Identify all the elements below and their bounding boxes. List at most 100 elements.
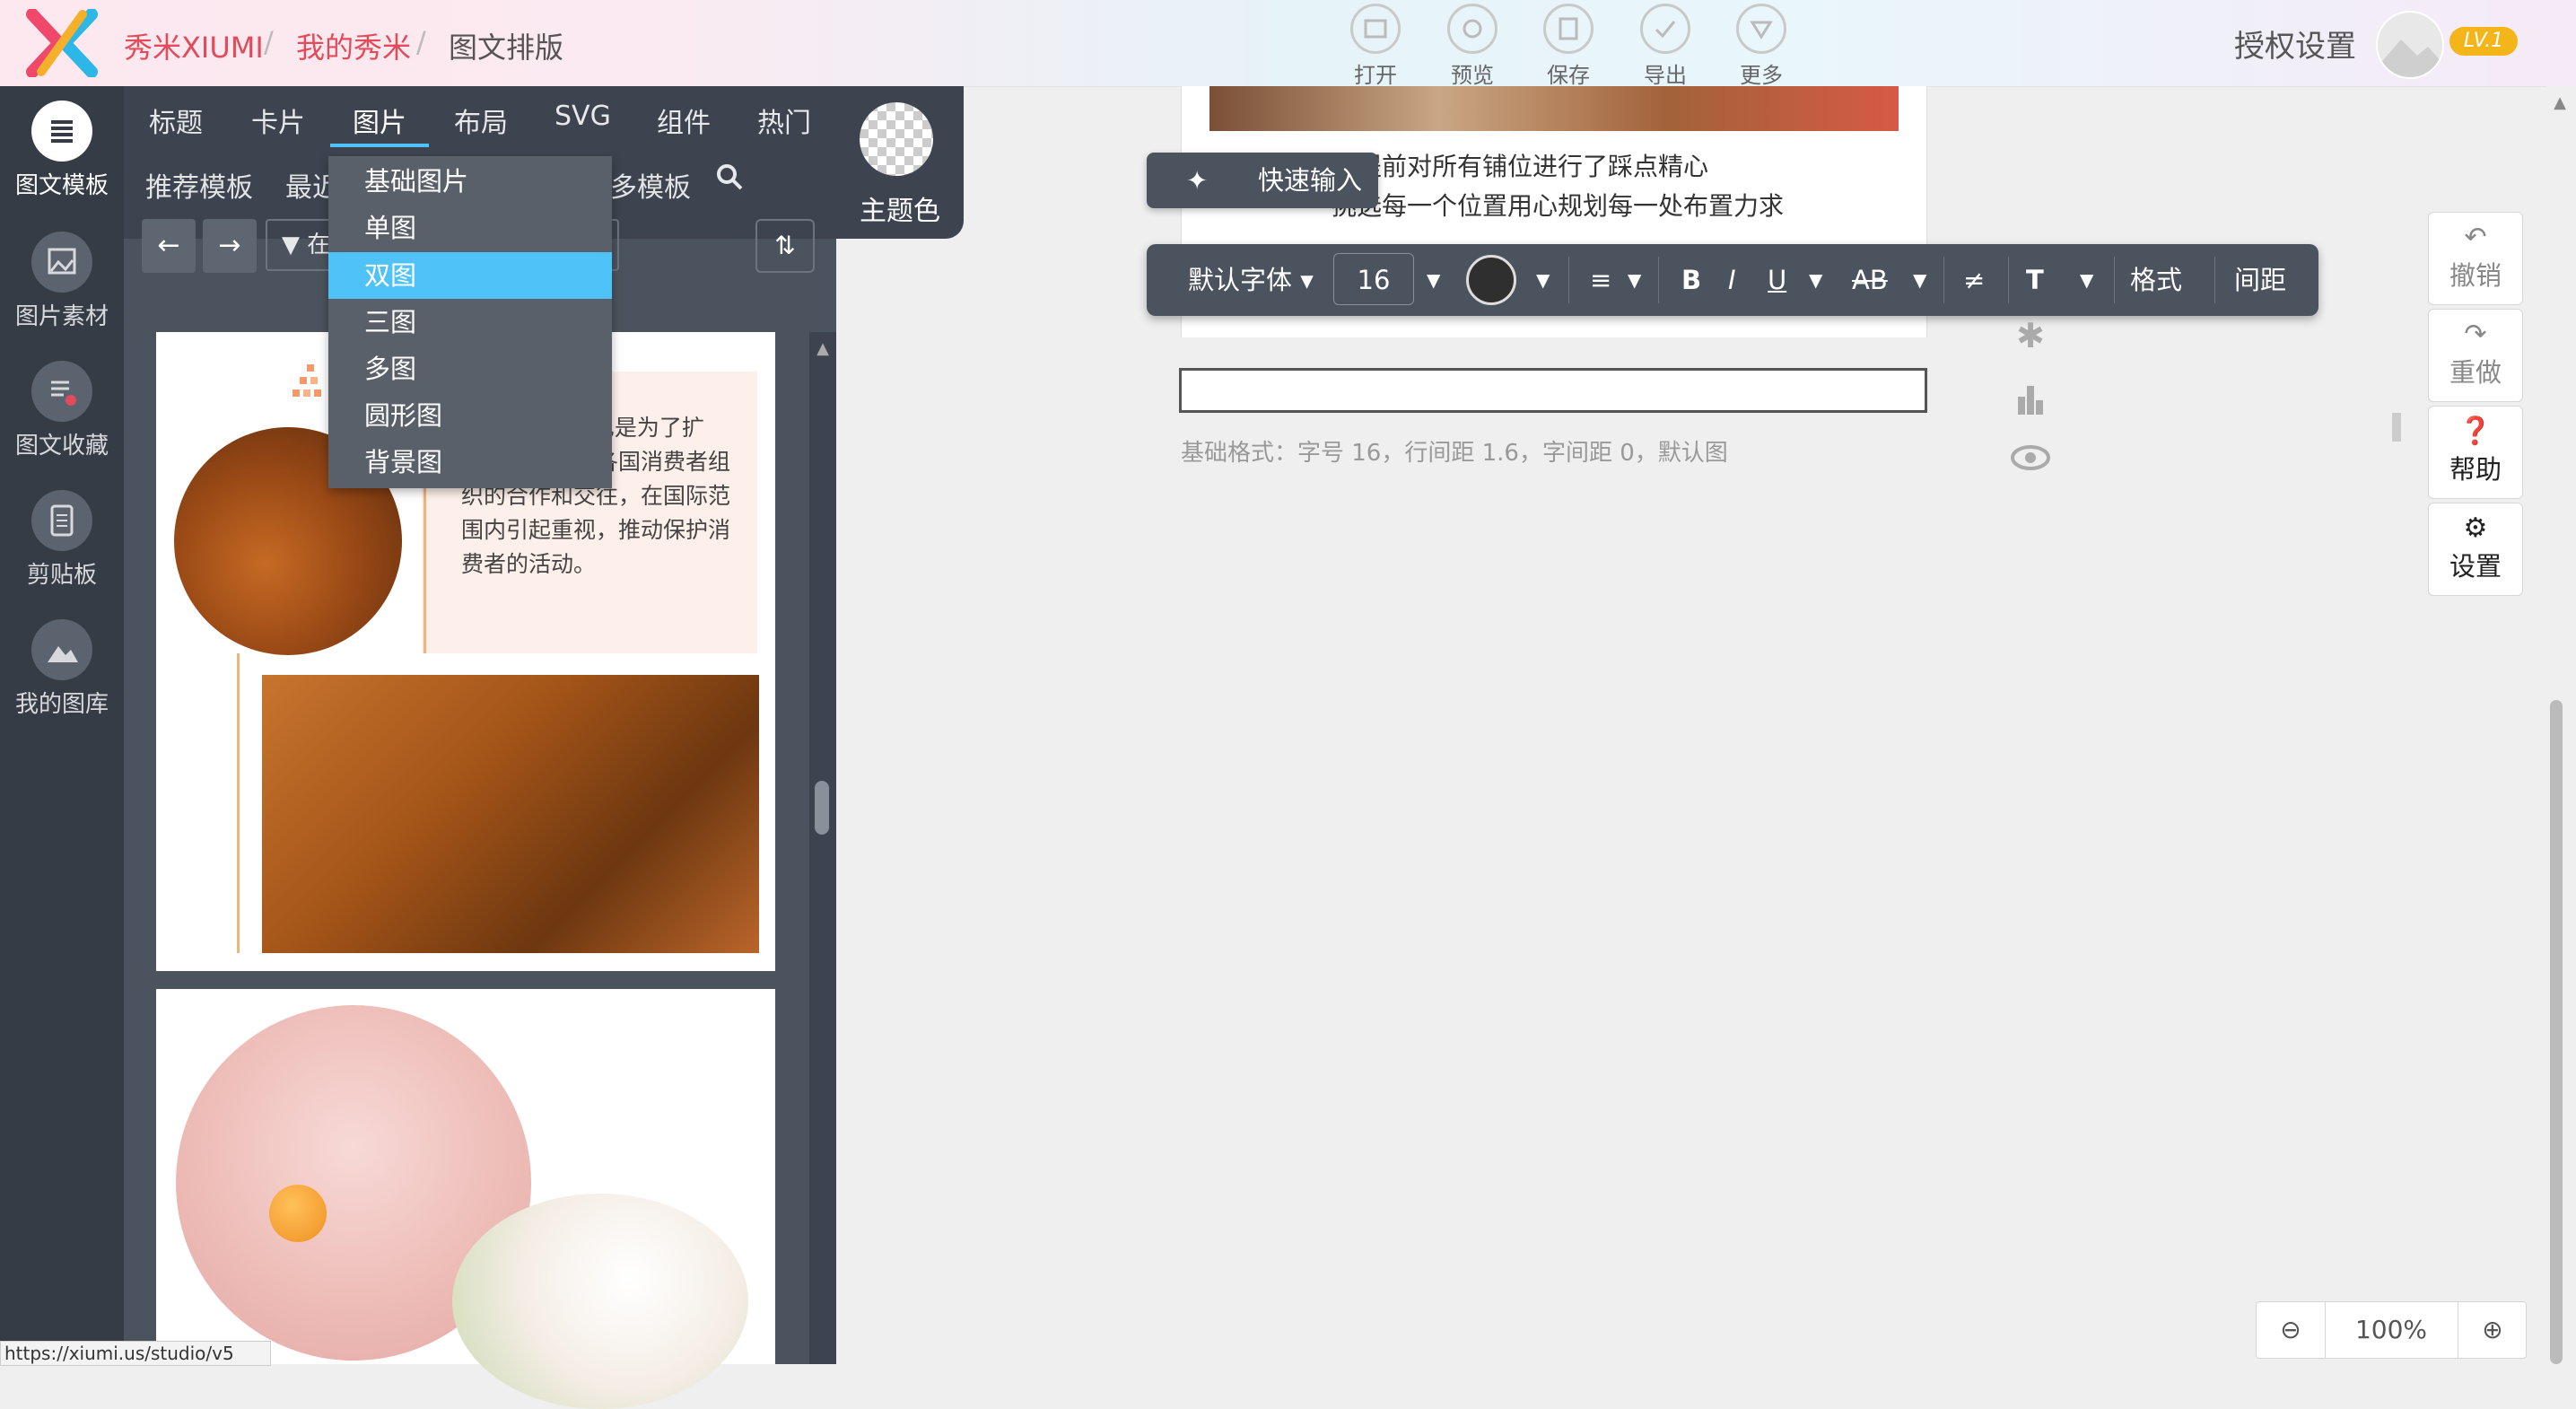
more-icon bbox=[1750, 21, 1773, 39]
settings-button[interactable]: ⚙ 设置 bbox=[2428, 503, 2523, 596]
rail-item-favorites[interactable]: 图文收藏 bbox=[0, 361, 124, 460]
tab-title[interactable]: 标题 bbox=[149, 101, 203, 140]
color-dropdown-icon[interactable]: ▼ bbox=[1536, 262, 1550, 298]
redo-button[interactable]: ↷ 重做 bbox=[2428, 309, 2523, 402]
subtab-multi[interactable]: 多模板 bbox=[610, 165, 691, 205]
tab-image[interactable]: 图片 bbox=[353, 101, 406, 140]
save-button[interactable]: 保存 bbox=[1528, 4, 1609, 88]
stairs-photo bbox=[262, 675, 759, 953]
italic-button[interactable]: I bbox=[1728, 262, 1736, 298]
underline-button[interactable]: U bbox=[1768, 262, 1786, 298]
save-icon bbox=[1559, 17, 1578, 40]
toolbar-divider bbox=[2214, 257, 2215, 303]
text-color-swatch[interactable] bbox=[1466, 255, 1516, 305]
subtab-recommended[interactable]: 推荐模板 bbox=[145, 165, 253, 205]
bold-button[interactable]: B bbox=[1681, 262, 1701, 298]
sort-button[interactable]: ⇅ bbox=[755, 219, 815, 273]
search-icon[interactable] bbox=[714, 162, 745, 192]
rail-item-images[interactable]: 图片素材 bbox=[0, 232, 124, 331]
format-toolbar: 默认字体 ▾ 16 ▼ ▼ ≡ ▼ B I U ▼ AB ▼ ≠ T ▼ 格式 … bbox=[1147, 244, 2318, 316]
undo-icon: ↶ bbox=[2464, 222, 2487, 253]
clear-format-icon[interactable]: ≠ bbox=[1963, 262, 1985, 298]
arrow-right-icon: → bbox=[218, 230, 241, 261]
dropdown-item-circle[interactable]: 圆形图 bbox=[328, 392, 612, 439]
undo-button[interactable]: ↶ 撤销 bbox=[2428, 212, 2523, 305]
align-icon[interactable]: ≡ bbox=[1590, 262, 1611, 298]
decoration-line bbox=[237, 653, 240, 953]
breadcrumb-current: 图文排版 bbox=[449, 31, 564, 65]
help-button[interactable]: ❓ 帮助 bbox=[2428, 406, 2523, 499]
panel-scroll-thumb[interactable] bbox=[815, 781, 829, 835]
dropdown-item-single[interactable]: 单图 bbox=[328, 205, 612, 251]
text-effect-dropdown-icon[interactable]: ▼ bbox=[2080, 262, 2093, 298]
tab-svg[interactable]: SVG bbox=[554, 101, 611, 132]
theme-color-picker[interactable] bbox=[860, 102, 933, 176]
format-button[interactable]: 格式 bbox=[2130, 262, 2182, 298]
eye-icon[interactable] bbox=[2008, 440, 2053, 476]
zoom-in-button[interactable]: ⊕ bbox=[2458, 1302, 2527, 1358]
empty-text-block[interactable] bbox=[1179, 368, 1927, 413]
breadcrumb-separator: / bbox=[264, 25, 274, 59]
image-icon bbox=[48, 248, 76, 275]
panel-scrollbar[interactable] bbox=[809, 332, 836, 1364]
redo-icon: ↷ bbox=[2464, 319, 2487, 350]
dropdown-item-multi[interactable]: 多图 bbox=[328, 346, 612, 392]
breadcrumb-my-xiumi[interactable]: 我的秀米 bbox=[296, 25, 411, 66]
text-effect-icon[interactable]: T bbox=[2026, 262, 2044, 298]
strikethrough-button[interactable]: AB bbox=[1852, 262, 1888, 298]
tab-card[interactable]: 卡片 bbox=[251, 101, 305, 140]
auth-settings-link[interactable]: 授权设置 bbox=[2234, 22, 2356, 66]
scroll-up-icon[interactable]: ▲ bbox=[2546, 93, 2573, 112]
font-family-select[interactable]: 默认字体 ▾ bbox=[1188, 262, 1314, 298]
back-button[interactable]: ← bbox=[142, 219, 196, 273]
brand-link[interactable]: 秀米XIUMI bbox=[124, 25, 264, 66]
breadcrumb-separator: / bbox=[416, 25, 426, 59]
editor-scroll-thumb[interactable] bbox=[2550, 700, 2563, 1364]
xiumi-logo[interactable] bbox=[23, 9, 100, 77]
avatar-image-icon bbox=[2378, 39, 2442, 77]
zoom-out-icon: ⊖ bbox=[2280, 1315, 2301, 1344]
dropdown-item-basic[interactable]: 基础图片 bbox=[328, 158, 612, 205]
export-button[interactable]: 导出 bbox=[1625, 4, 1706, 88]
underline-dropdown-icon[interactable]: ▼ bbox=[1809, 262, 1822, 298]
dropdown-item-background[interactable]: 背景图 bbox=[328, 439, 612, 486]
clipboard-icon bbox=[50, 504, 74, 537]
open-button[interactable]: 打开 bbox=[1335, 4, 1416, 88]
align-dropdown-icon[interactable]: ▼ bbox=[1628, 262, 1641, 298]
folder-icon bbox=[1364, 19, 1387, 39]
font-size-input[interactable]: 16 bbox=[1333, 253, 1414, 305]
spacing-button[interactable]: 间距 bbox=[2234, 262, 2286, 298]
sort-icon: ⇅ bbox=[774, 231, 796, 260]
asterisk-icon[interactable]: ✱ bbox=[2008, 316, 2053, 355]
level-badge: LV.1 bbox=[2449, 27, 2518, 56]
bar-chart-glyph bbox=[2018, 386, 2043, 415]
zoom-out-button[interactable]: ⊖ bbox=[2257, 1302, 2326, 1358]
flower-round-image-small bbox=[452, 1194, 748, 1409]
favorite-icon bbox=[51, 381, 76, 406]
tab-layout[interactable]: 布局 bbox=[454, 101, 508, 140]
avatar[interactable] bbox=[2376, 11, 2444, 79]
quick-input-button[interactable]: ✦ 快速输入 bbox=[1147, 153, 1378, 208]
toolbar-divider bbox=[1943, 257, 1944, 303]
document-image[interactable] bbox=[1209, 86, 1899, 131]
bead-decoration bbox=[269, 1185, 327, 1242]
scroll-up-icon[interactable]: ▲ bbox=[811, 339, 834, 358]
strike-dropdown-icon[interactable]: ▼ bbox=[1913, 262, 1926, 298]
resize-handle[interactable] bbox=[2392, 413, 2401, 442]
dropdown-item-triple[interactable]: 三图 bbox=[328, 299, 612, 346]
document-text[interactable]: 队提前对所有铺位进行了踩点精心 挑选每一个位置用心规划每一处布置力求 bbox=[1332, 147, 1888, 226]
toolbar-divider bbox=[2114, 257, 2115, 303]
arrow-left-icon: ← bbox=[157, 230, 180, 261]
bar-chart-icon[interactable] bbox=[2008, 381, 2053, 416]
rail-item-templates[interactable]: 图文模板 bbox=[0, 101, 124, 200]
preview-button[interactable]: 预览 bbox=[1432, 4, 1513, 88]
font-size-dropdown-icon[interactable]: ▼ bbox=[1427, 262, 1440, 298]
rail-item-gallery[interactable]: 我的图库 bbox=[0, 619, 124, 719]
forward-button[interactable]: → bbox=[203, 219, 257, 273]
rail-item-clipboard[interactable]: 剪贴板 bbox=[0, 490, 124, 590]
template-icon bbox=[51, 120, 73, 143]
dropdown-item-double[interactable]: 双图 bbox=[328, 252, 612, 299]
tab-component[interactable]: 组件 bbox=[657, 101, 711, 140]
more-button[interactable]: 更多 bbox=[1721, 4, 1802, 88]
tab-hot[interactable]: 热门 bbox=[757, 101, 811, 140]
